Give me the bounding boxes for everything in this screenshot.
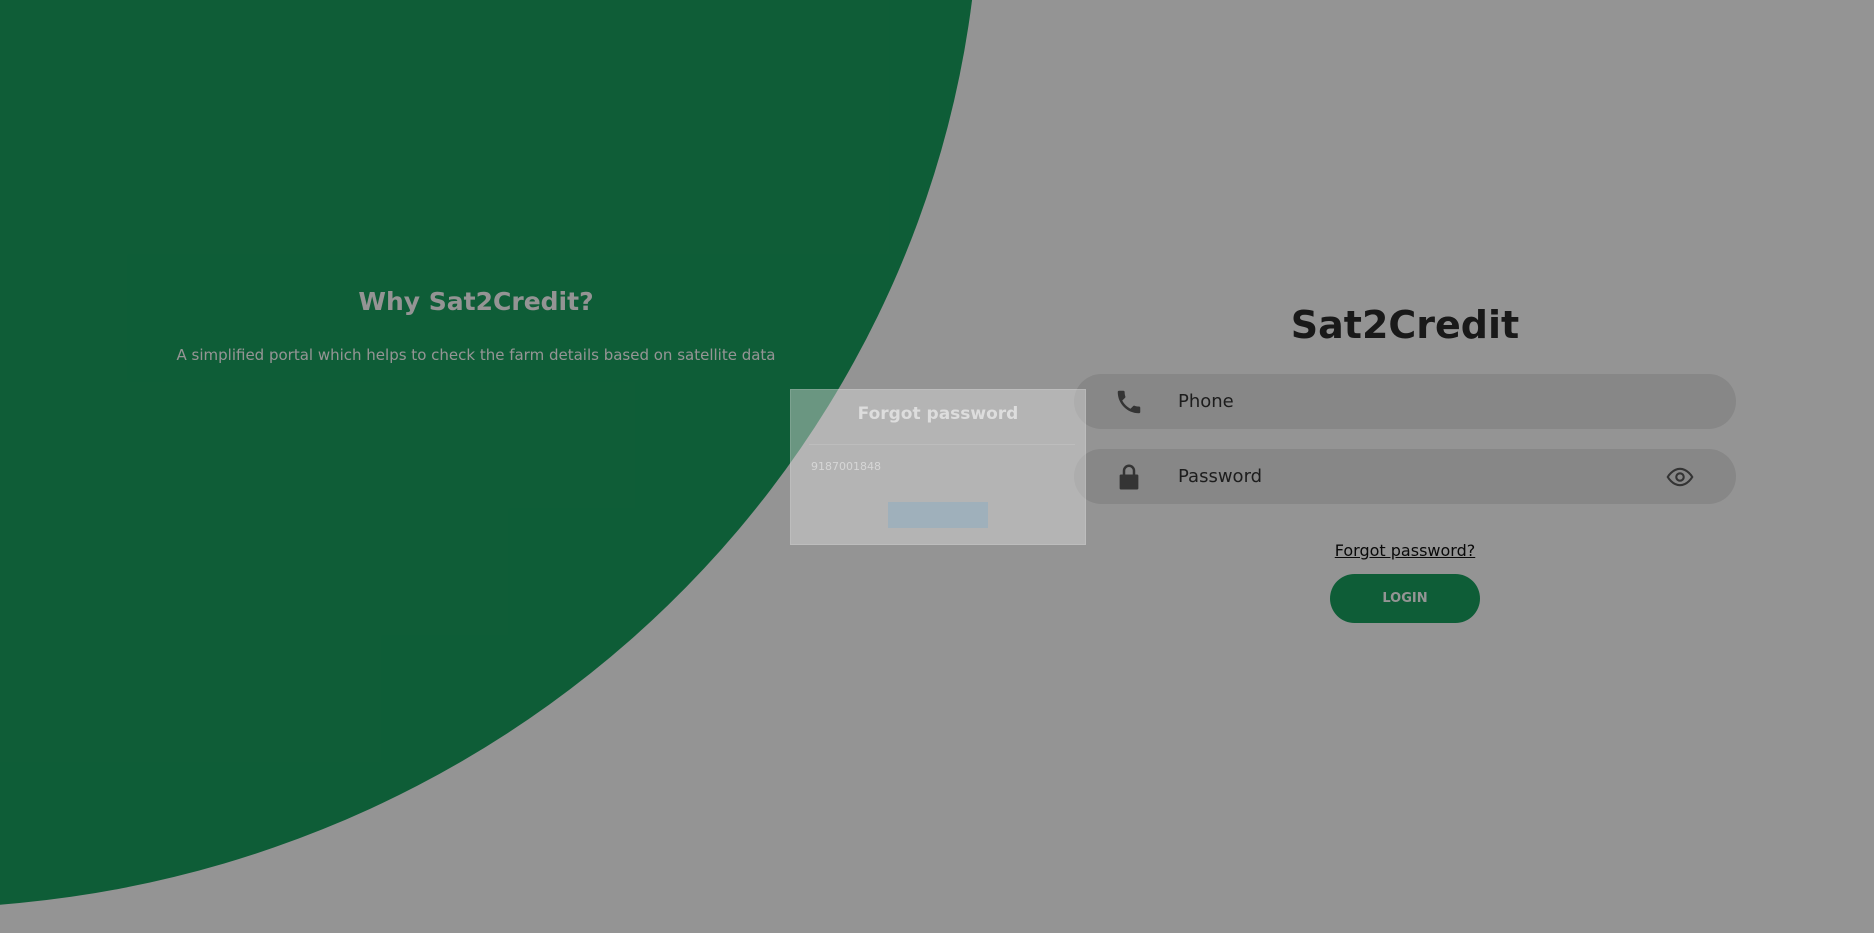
modal-phone-input[interactable] [811,456,1061,476]
modal-divider [809,444,1075,445]
forgot-password-modal: Forgot password [790,389,1086,545]
login-page: Why Sat2Credit? A simplified portal whic… [0,0,1874,933]
send-otp-button[interactable] [888,502,988,528]
modal-title: Forgot password [857,404,1019,424]
